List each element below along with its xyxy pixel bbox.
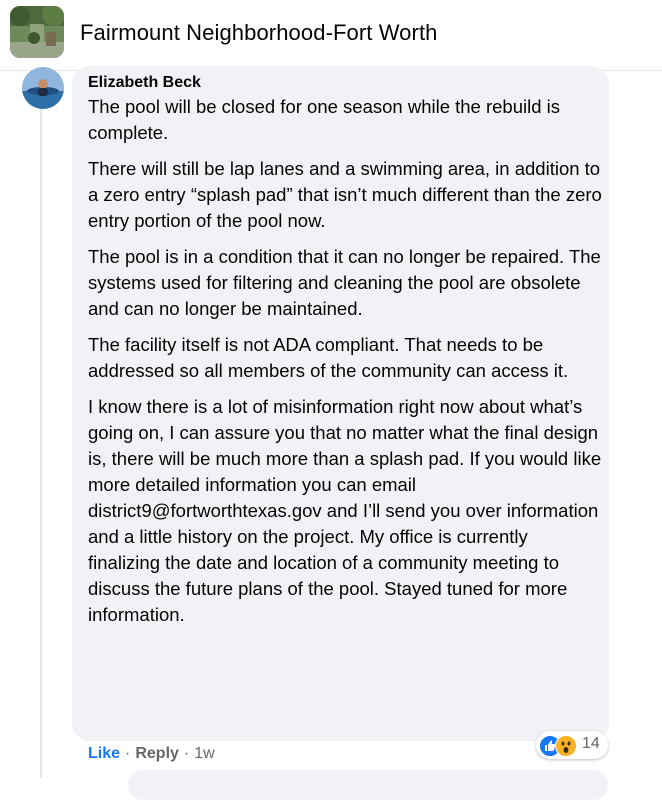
group-cover-thumbnail[interactable]: [10, 6, 64, 58]
next-comment-bubble: [128, 770, 608, 800]
separator: ·: [183, 745, 190, 762]
thread-line: [40, 108, 42, 778]
reply-button[interactable]: Reply: [135, 745, 179, 762]
timestamp[interactable]: 1w: [194, 745, 214, 762]
wow-icon: [555, 735, 577, 757]
avatar[interactable]: [22, 67, 64, 109]
group-photo-icon: [10, 6, 64, 58]
comment-paragraph: The facility itself is not ADA compliant…: [88, 334, 569, 381]
group-title[interactable]: Fairmount Neighborhood-Fort Worth: [80, 20, 438, 46]
comment-paragraph: There will still be lap lanes and a swim…: [88, 158, 602, 231]
reactions-badge[interactable]: 14: [536, 731, 608, 759]
profile-photo-icon: [22, 67, 64, 109]
comment-actions: Like · Reply · 1w: [88, 745, 215, 763]
comment-bubble: Elizabeth Beck The pool will be closed f…: [72, 66, 609, 741]
group-header: Fairmount Neighborhood-Fort Worth: [0, 0, 662, 71]
reaction-count: 14: [582, 735, 600, 752]
comment-paragraph: The pool will be closed for one season w…: [88, 96, 561, 143]
comment-paragraph: The pool is in a condition that it can n…: [88, 246, 601, 319]
separator: ·: [125, 745, 131, 762]
comment-author[interactable]: Elizabeth Beck: [88, 74, 201, 92]
comment-text: The pool will be closed for one season w…: [88, 94, 603, 638]
like-button[interactable]: Like: [88, 745, 120, 762]
comment-paragraph: I know there is a lot of misinformation …: [88, 396, 602, 625]
